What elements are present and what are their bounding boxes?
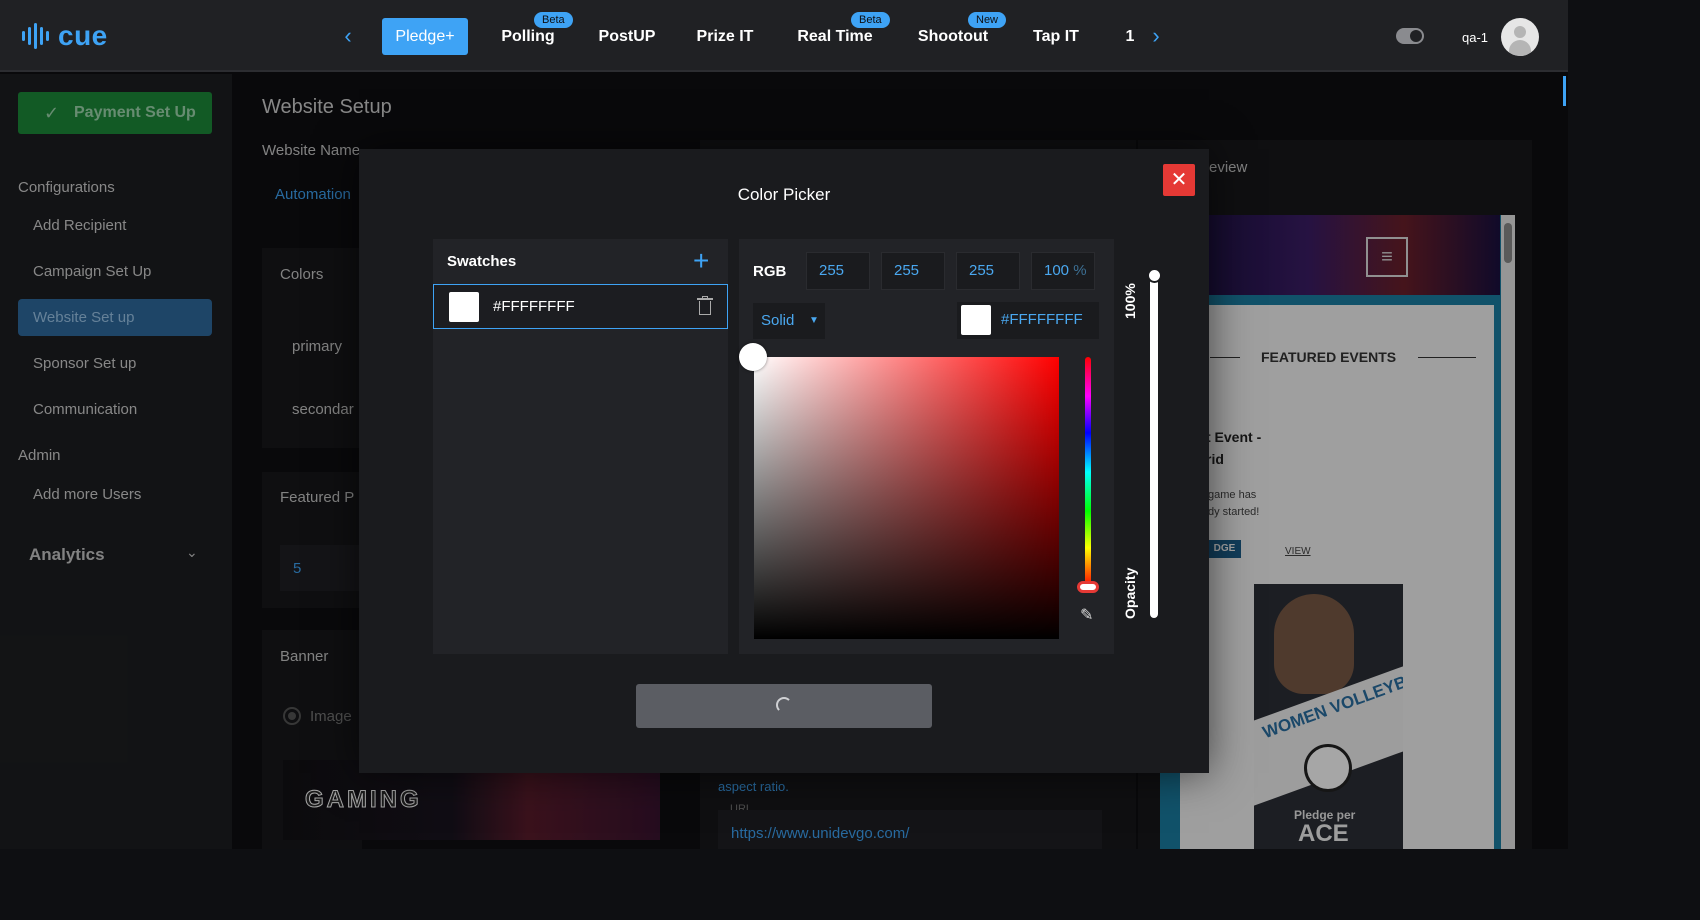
- trash-icon-lid: [697, 298, 713, 300]
- close-icon: ✕: [1170, 169, 1188, 191]
- green-input[interactable]: 255: [881, 252, 945, 290]
- add-swatch-button[interactable]: +: [693, 247, 709, 275]
- tab-label: PostUP: [598, 28, 656, 45]
- trash-icon[interactable]: [697, 296, 713, 316]
- tab-prize-it[interactable]: Prize IT: [696, 18, 754, 55]
- eyedropper-icon[interactable]: ✎: [1080, 605, 1093, 625]
- color-picker-modal: Color Picker ✕ Swatches + #FFFFFFFF RGB …: [359, 149, 1209, 773]
- tab-label: Shootout: [917, 28, 989, 45]
- swatch-color-chip: [449, 292, 479, 322]
- theme-toggle[interactable]: [1396, 28, 1424, 44]
- logo-text: cue: [58, 20, 108, 51]
- tab-label: Polling: [501, 28, 555, 45]
- top-bar: cue ‹ Pledge+ Beta Polling PostUP Prize …: [0, 0, 1568, 72]
- tab-label: Pledge+: [395, 28, 455, 45]
- opacity-value: 100%: [1122, 283, 1138, 319]
- tab-overflow[interactable]: 1: [1122, 18, 1138, 55]
- picker-panel: RGB 255 255 255 100 % Solid ▼ #FFFFFFFF …: [739, 239, 1114, 654]
- tab-label: Real Time: [797, 28, 873, 45]
- tab-label: 1: [1125, 28, 1135, 45]
- alpha-value: 100: [1044, 262, 1070, 279]
- close-button[interactable]: ✕: [1163, 164, 1195, 196]
- alpha-input[interactable]: 100 %: [1031, 252, 1095, 290]
- tab-label: Prize IT: [696, 28, 754, 45]
- tab-tap-it[interactable]: Tap IT: [1031, 18, 1081, 55]
- hue-slider[interactable]: [1085, 357, 1091, 587]
- rgb-label: RGB: [753, 263, 787, 280]
- trash-icon-can: [699, 301, 711, 315]
- avatar[interactable]: [1501, 18, 1539, 56]
- modal-title: Color Picker: [737, 185, 831, 204]
- avatar-body: [1509, 40, 1531, 56]
- beta-badge: Beta: [851, 12, 890, 28]
- opacity-slider[interactable]: [1150, 275, 1158, 618]
- tab-pledge-plus[interactable]: Pledge+: [382, 18, 468, 55]
- tab-shootout[interactable]: New Shootout: [916, 12, 1007, 55]
- swatches-title: Swatches: [447, 253, 517, 270]
- new-badge: New: [968, 12, 1007, 28]
- saturation-area[interactable]: [754, 357, 1059, 639]
- fill-mode-select[interactable]: Solid ▼: [753, 303, 825, 339]
- beta-badge: Beta: [534, 12, 573, 28]
- nav-prev-arrow-icon[interactable]: ‹: [336, 24, 360, 48]
- red-input[interactable]: 255: [806, 252, 870, 290]
- tab-real-time[interactable]: Beta Real Time: [795, 12, 890, 55]
- swatch-item[interactable]: #FFFFFFFF: [433, 284, 728, 329]
- current-color-chip: [961, 305, 991, 335]
- username: qa-1: [1462, 30, 1489, 45]
- hex-value: #FFFFFFFF: [1001, 311, 1083, 328]
- tab-label: Tap IT: [1033, 28, 1079, 45]
- nav-next-arrow-icon[interactable]: ›: [1144, 24, 1168, 48]
- page-scrollbar[interactable]: [1563, 76, 1566, 106]
- cue-logo[interactable]: cue: [20, 18, 108, 54]
- saturation-handle[interactable]: [739, 343, 767, 371]
- fill-mode-value: Solid: [761, 312, 795, 329]
- opacity-label: Opacity: [1122, 567, 1138, 619]
- tab-postup[interactable]: PostUP: [598, 18, 656, 55]
- avatar-head: [1514, 26, 1526, 38]
- swatches-panel: Swatches + #FFFFFFFF: [433, 239, 728, 654]
- tab-polling[interactable]: Beta Polling: [500, 12, 573, 55]
- swatch-hex: #FFFFFFFF: [493, 298, 575, 315]
- caret-down-icon: ▼: [809, 315, 819, 326]
- alpha-unit: %: [1073, 262, 1087, 279]
- opacity-handle[interactable]: [1147, 268, 1162, 283]
- hue-handle[interactable]: [1077, 581, 1099, 593]
- blue-input[interactable]: 255: [956, 252, 1020, 290]
- hex-input[interactable]: #FFFFFFFF: [957, 302, 1099, 339]
- apply-button[interactable]: [636, 684, 932, 728]
- loading-spinner-icon: [776, 697, 792, 713]
- logo-waveform-icon: [20, 20, 52, 52]
